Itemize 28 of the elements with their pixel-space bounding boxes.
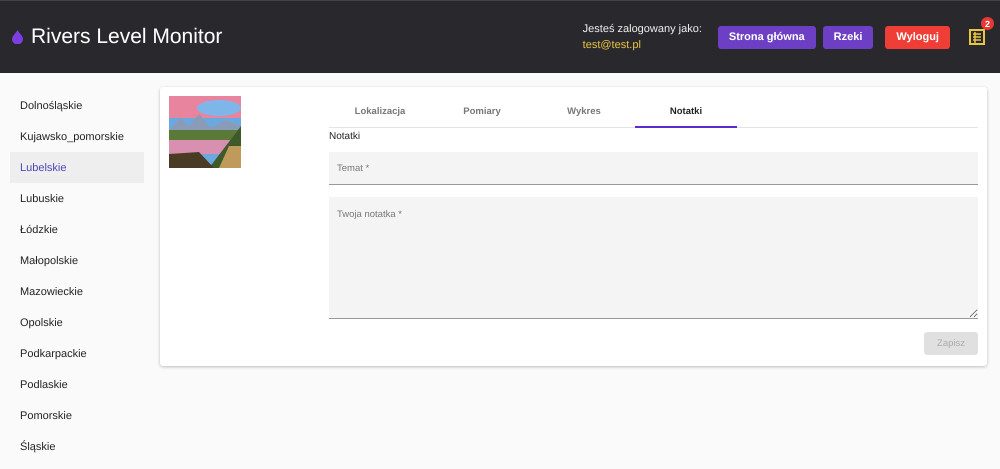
login-label: Jesteś zalogowany jako:: [582, 23, 702, 35]
sidebar-item[interactable]: Kujawsko_pomorskie: [10, 121, 144, 152]
sidebar-item[interactable]: Podlaskie: [10, 369, 144, 400]
section-title: Notatki: [329, 131, 362, 142]
sidebar-item[interactable]: Małopolskie: [10, 245, 144, 276]
droplet-icon: [12, 30, 23, 44]
sidebar-item[interactable]: Lubelskie: [10, 152, 144, 183]
sidebar-item[interactable]: Mazowieckie: [10, 276, 144, 307]
user-email: test@test.pl: [582, 39, 642, 51]
sidebar-item[interactable]: Lubuskie: [10, 183, 144, 214]
subject-field[interactable]: Temat *: [329, 152, 978, 185]
tab[interactable]: Notatki: [635, 96, 737, 128]
list-icon[interactable]: [969, 29, 985, 45]
sidebar-item[interactable]: Podkarpackie: [10, 338, 144, 369]
nav-button[interactable]: Wyloguj: [885, 26, 950, 48]
sidebar-item[interactable]: Śląskie: [10, 431, 144, 462]
sidebar-item[interactable]: Dolnośląskie: [10, 90, 144, 121]
sidebar-item[interactable]: Pomorskie: [10, 400, 144, 431]
app-title: Rivers Level Monitor: [31, 25, 224, 49]
nav-button[interactable]: Strona główna: [718, 26, 816, 48]
sidebar-item[interactable]: Opolskie: [10, 307, 144, 338]
tab[interactable]: Lokalizacja: [329, 96, 431, 128]
note-field[interactable]: Twoja notatka *: [329, 197, 978, 319]
notification-badge: 2: [981, 17, 994, 30]
tab[interactable]: Wykres: [533, 96, 635, 128]
tab[interactable]: Pomiary: [431, 96, 533, 128]
sidebar-item[interactable]: Łódzkie: [10, 214, 144, 245]
nav-button[interactable]: Rzeki: [822, 26, 874, 48]
